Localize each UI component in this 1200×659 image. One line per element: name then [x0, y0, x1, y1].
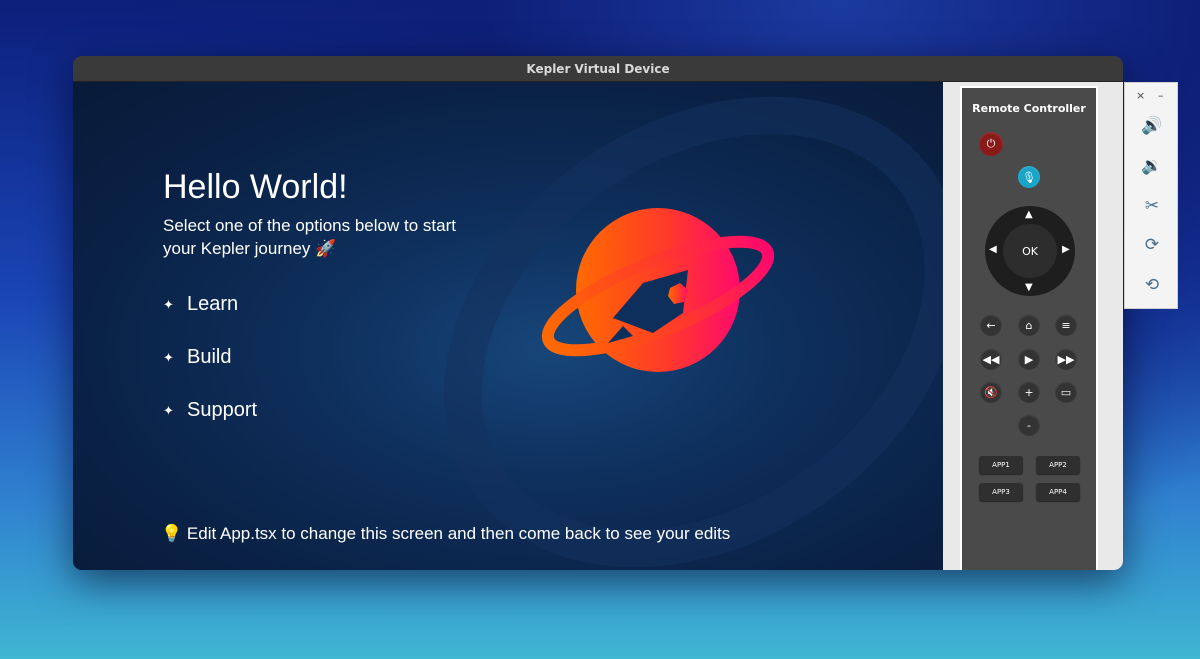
volume-down-button[interactable]: - — [1018, 414, 1040, 436]
play-button[interactable]: ▶ — [1018, 348, 1040, 370]
back-arrow-icon: ← — [986, 318, 996, 332]
menu-item-label: Learn — [187, 293, 239, 315]
page-title: Hello World! — [163, 168, 348, 206]
kepler-logo — [541, 208, 775, 372]
remote-panel: Remote Controller ⏻ 🎙 ▲ ▼ ◀ ▶ OK ← ⌂ ≡ ◀… — [943, 82, 1123, 570]
dpad: ▲ ▼ ◀ ▶ OK — [985, 206, 1075, 296]
mute-button[interactable]: 🔇 — [980, 381, 1002, 403]
volume-up-icon[interactable]: 🔊 — [1141, 115, 1163, 137]
dpad-down-button[interactable]: ▼ — [1025, 282, 1033, 293]
home-icon: ⌂ — [1025, 318, 1033, 332]
app4-button[interactable]: APP4 — [1036, 483, 1080, 501]
kepler-window: Kepler Virtual Device Hello World! Selec… — [73, 56, 1123, 570]
hint-text: Edit App.tsx to change this screen and t… — [186, 524, 731, 543]
tv-input-button[interactable]: ▭ — [1055, 381, 1077, 403]
rewind-button[interactable]: ◀◀ — [980, 348, 1002, 370]
fast-forward-icon: ▶▶ — [1057, 352, 1075, 366]
sparkle-icon: ✦ — [163, 349, 174, 365]
menu-icon: ≡ — [1061, 318, 1071, 332]
options-menu: ✦ Learn ✦ Build ✦ Support — [163, 278, 257, 437]
microphone-icon: 🎙 — [1022, 170, 1036, 184]
power-button[interactable]: ⏻ — [979, 132, 1003, 156]
menu-item-label: Build — [187, 346, 232, 368]
volume-up-button[interactable]: + — [1018, 381, 1040, 403]
menu-item-learn[interactable]: ✦ Learn — [163, 278, 257, 331]
rewind-icon: ◀◀ — [982, 352, 1000, 366]
page-subtitle: Select one of the options below to start… — [163, 216, 456, 258]
rotate-reverse-icon[interactable]: ⟲ — [1141, 274, 1163, 296]
ok-button[interactable]: OK — [1003, 224, 1057, 278]
play-icon: ▶ — [1024, 352, 1034, 366]
window-title: Kepler Virtual Device — [73, 56, 1123, 82]
remote-controller: Remote Controller ⏻ 🎙 ▲ ▼ ◀ ▶ OK ← ⌂ ≡ ◀… — [960, 86, 1098, 570]
close-button[interactable]: × — [1136, 89, 1145, 102]
power-icon: ⏻ — [986, 137, 996, 150]
menu-item-label: Support — [187, 399, 258, 421]
back-button[interactable]: ← — [980, 314, 1002, 336]
menu-button[interactable]: ≡ — [1055, 314, 1077, 336]
volume-down-icon[interactable]: 🔉 — [1141, 155, 1163, 177]
microphone-button[interactable]: 🎙 — [1018, 166, 1040, 188]
sparkle-icon: ✦ — [163, 402, 174, 418]
device-controls-panel: × – 🔊 🔉 ✂ ⟳ ⟲ — [1124, 82, 1178, 309]
menu-item-support[interactable]: ✦ Support — [163, 384, 257, 437]
menu-item-build[interactable]: ✦ Build — [163, 331, 257, 384]
home-button[interactable]: ⌂ — [1018, 314, 1040, 336]
dpad-right-button[interactable]: ▶ — [1062, 244, 1070, 255]
mute-icon: 🔇 — [984, 385, 998, 399]
tv-icon: ▭ — [1060, 385, 1072, 399]
app2-button[interactable]: APP2 — [1036, 456, 1080, 474]
remote-title: Remote Controller — [972, 102, 1086, 115]
dpad-left-button[interactable]: ◀ — [989, 244, 997, 255]
app1-button[interactable]: APP1 — [979, 456, 1023, 474]
app-screen: Hello World! Select one of the options b… — [73, 82, 943, 570]
sparkle-icon: ✦ — [163, 296, 174, 312]
dpad-up-button[interactable]: ▲ — [1025, 209, 1033, 220]
lightbulb-icon: 💡 — [161, 524, 183, 543]
fast-forward-button[interactable]: ▶▶ — [1055, 348, 1077, 370]
scissors-icon[interactable]: ✂ — [1141, 195, 1163, 217]
app3-button[interactable]: APP3 — [979, 483, 1023, 501]
minimize-button[interactable]: – — [1158, 89, 1164, 102]
edit-hint: 💡 Edit App.tsx to change this screen and… — [161, 524, 730, 544]
rotate-icon[interactable]: ⟳ — [1141, 234, 1163, 256]
